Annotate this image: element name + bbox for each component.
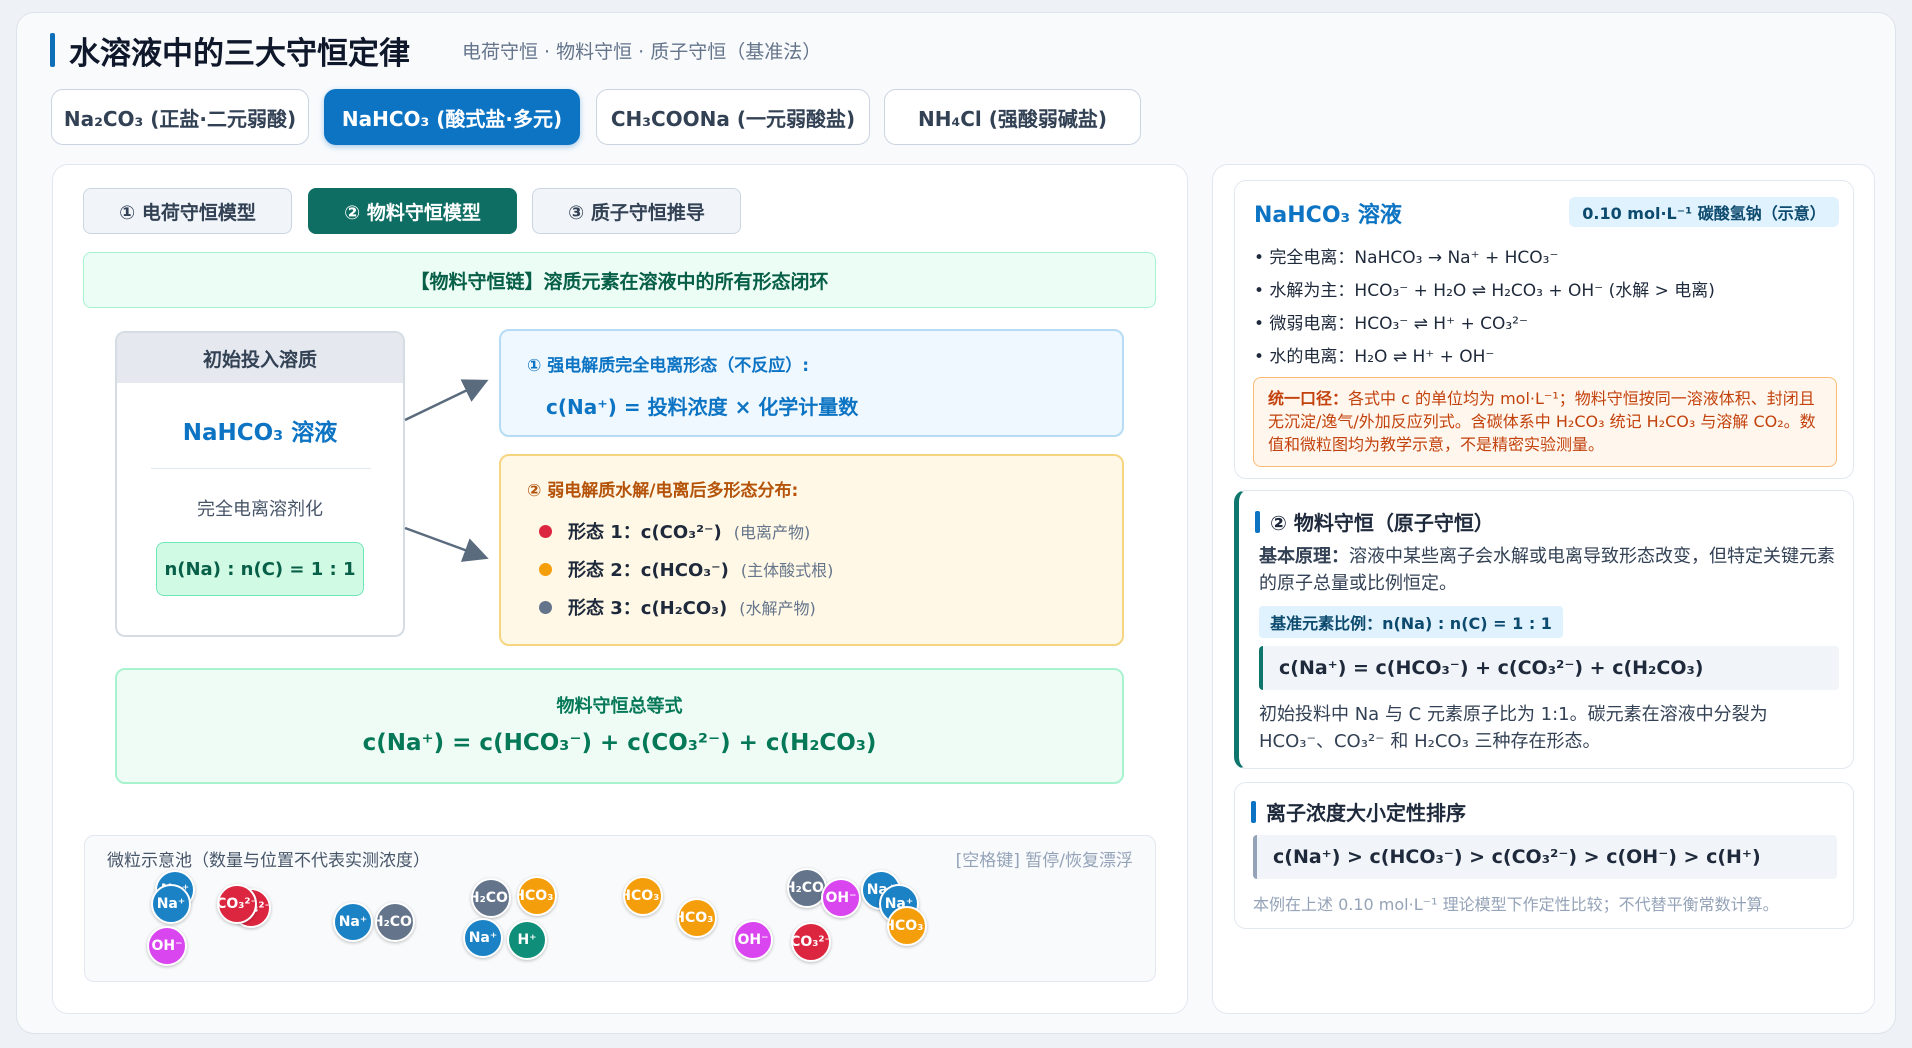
arrow-to-strong	[404, 379, 489, 422]
page-subtitle: 电荷守恒 · 物料守恒 · 质子守恒（基准法）	[462, 40, 822, 63]
salt-tab-nh4cl[interactable]: NH₄Cl (强酸弱碱盐)	[884, 89, 1141, 145]
tab-charge-conservation[interactable]: ① 电荷守恒模型	[83, 188, 292, 234]
arrow-to-weak	[404, 526, 489, 562]
convention-note-text: 各式中 c 的单位均为 mol·L⁻¹；物料守恒按同一溶液体积、封闭且无沉淀/逸…	[1268, 389, 1816, 454]
particle: OH⁻	[147, 926, 187, 966]
form-1-dot	[539, 524, 552, 538]
particle-pool-hint: [空格键] 暂停/恢复漂浮	[955, 851, 1133, 871]
form-2-label: 形态 2：c(HCO₃⁻)	[568, 560, 729, 581]
form-row-1: 形态 1：c(CO₃²⁻) (电离产物)	[539, 518, 810, 544]
particle: CO₃²⁻	[217, 884, 257, 924]
ratio-tag: 基准元素比例：n(Na) : n(C) = 1 : 1	[1259, 606, 1563, 638]
reaction-line-3: • 微弱电离：HCO₃⁻ ⇌ H⁺ + CO₃²⁻	[1254, 314, 1528, 334]
initial-solute-text: 完全电离溶剂化	[197, 499, 323, 520]
particle: H₂CO₃	[471, 878, 511, 918]
form-2-note: (主体酸式根)	[740, 561, 834, 580]
particle: HCO₃⁻	[623, 876, 663, 916]
section-accent-bar	[1251, 800, 1256, 823]
salt-tab-na2co3[interactable]: Na₂CO₃ (正盐·二元弱酸)	[51, 89, 309, 145]
ordering-title-row: 离子浓度大小定性排序	[1251, 797, 1466, 826]
section-accent-bar	[1255, 510, 1260, 533]
particle: Na⁺	[333, 902, 373, 942]
form-row-2: 形态 2：c(HCO₃⁻) (主体酸式根)	[539, 556, 833, 582]
initial-solute-head: 初始投入溶质	[117, 333, 403, 383]
particle: HCO₃⁻	[517, 876, 557, 916]
material-title-row: ② 物料守恒（原子守恒）	[1255, 507, 1494, 536]
particle: Na⁺	[151, 884, 191, 924]
convention-note: 统一口径：各式中 c 的单位均为 mol·L⁻¹；物料守恒按同一溶液体积、封闭且…	[1253, 377, 1837, 467]
particle: H₂CO₃	[375, 902, 415, 942]
tab-material-conservation[interactable]: ② 物料守恒模型	[308, 188, 517, 234]
form-3-label: 形态 3：c(H₂CO₃)	[568, 598, 728, 619]
reaction-line-2: • 水解为主：HCO₃⁻ + H₂O ⇌ H₂CO₃ + OH⁻ (水解 > 电…	[1254, 281, 1715, 301]
convention-note-bold: 统一口径：	[1268, 389, 1349, 408]
salt-tab-nahco3[interactable]: NaHCO₃ (酸式盐·多元)	[324, 89, 580, 145]
form-2-dot	[539, 562, 552, 576]
initial-solute-box: 初始投入溶质 NaHCO₃ 溶液 完全电离溶剂化 n(Na) : n(C) = …	[115, 331, 405, 637]
material-principle: 基本原理：溶液中某些离子会水解或电离导致形态改变，但特定关键元素的原子总量或比例…	[1259, 543, 1844, 597]
weak-electrolyte-head: ② 弱电解质水解/电离后多形态分布:	[527, 481, 799, 501]
form-row-3: 形态 3：c(H₂CO₃) (水解产物)	[539, 594, 816, 620]
particle: H⁺	[507, 920, 547, 960]
particle: OH⁻	[821, 878, 861, 918]
initial-solute-name: NaHCO₃ 溶液	[182, 420, 338, 446]
form-3-dot	[539, 600, 552, 614]
particle-pool[interactable]: 微粒示意池（数量与位置不代表实测浓度） [空格键] 暂停/恢复漂浮 Na⁺ Na⁺…	[84, 835, 1156, 982]
concentration-badge: 0.10 mol·L⁻¹ 碳酸氢钠（示意）	[1569, 197, 1839, 227]
solution-title: NaHCO₃ 溶液	[1254, 203, 1402, 228]
ordering-note: 本例在上述 0.10 mol·L⁻¹ 理论模型下作定性比较；不代替平衡常数计算。	[1253, 895, 1779, 914]
particle: HCO₃⁻	[887, 906, 927, 946]
initial-ratio-badge: n(Na) : n(C) = 1 : 1	[156, 542, 364, 596]
strong-electrolyte-box: ① 强电解质完全电离形态（不反应）: c(Na⁺) = 投料浓度 × 化学计量数	[499, 329, 1124, 437]
material-title: ② 物料守恒（原子守恒）	[1270, 511, 1494, 535]
solution-info-card: NaHCO₃ 溶液 0.10 mol·L⁻¹ 碳酸氢钠（示意） • 完全电离：N…	[1234, 180, 1854, 479]
reaction-line-1: • 完全电离：NaHCO₃ → Na⁺ + HCO₃⁻	[1254, 248, 1559, 268]
principle-bold: 基本原理：	[1259, 546, 1349, 567]
material-explain: 初始投料中 Na 与 C 元素原子比为 1:1。碳元素在溶液中分裂为 HCO₃⁻…	[1259, 704, 1768, 752]
strong-electrolyte-head: ① 强电解质完全电离形态（不反应）:	[527, 356, 810, 376]
particle: Na⁺	[463, 918, 503, 958]
form-1-note: (电离产物)	[733, 523, 811, 542]
header: 水溶液中的三大守恒定律 电荷守恒 · 物料守恒 · 质子守恒（基准法）	[50, 30, 822, 72]
particle: HCO₃⁻	[677, 898, 717, 938]
ordering-card: 离子浓度大小定性排序 c(Na⁺) > c(HCO₃⁻) > c(CO₃²⁻) …	[1234, 782, 1854, 929]
form-3-note: (水解产物)	[739, 599, 816, 618]
page-title: 水溶液中的三大守恒定律	[69, 35, 410, 72]
tab-proton-conservation[interactable]: ③ 质子守恒推导	[532, 188, 741, 234]
ordering-title: 离子浓度大小定性排序	[1266, 801, 1466, 825]
particle: CO₃²⁻	[791, 922, 831, 962]
title-accent-bar	[50, 33, 55, 67]
material-conservation-card: ② 物料守恒（原子守恒） 基本原理：溶液中某些离子会水解或电离导致形态改变，但特…	[1234, 490, 1854, 769]
reaction-line-4: • 水的电离：H₂O ⇌ H⁺ + OH⁻	[1254, 347, 1495, 367]
weak-electrolyte-box: ② 弱电解质水解/电离后多形态分布: 形态 1：c(CO₃²⁻) (电离产物) …	[499, 454, 1124, 646]
total-equation-head: 物料守恒总等式	[556, 696, 683, 717]
form-1-label: 形态 1：c(CO₃²⁻)	[568, 522, 722, 543]
flow-arrows	[404, 379, 489, 562]
total-equation-box: 物料守恒总等式 c(Na⁺) = c(HCO₃⁻) + c(CO₃²⁻) + c…	[115, 668, 1124, 784]
particle: OH⁻	[733, 920, 773, 960]
particle-pool-label: 微粒示意池（数量与位置不代表实测浓度）	[107, 851, 430, 871]
ordering-equation: c(Na⁺) > c(HCO₃⁻) > c(CO₃²⁻) > c(OH⁻) > …	[1253, 835, 1837, 879]
chain-banner: 【物料守恒链】溶质元素在溶液中的所有形态闭环	[83, 252, 1156, 308]
strong-electrolyte-equation: c(Na⁺) = 投料浓度 × 化学计量数	[546, 395, 859, 419]
salt-tab-ch3coona[interactable]: CH₃COONa (一元弱酸盐)	[596, 89, 870, 145]
divider	[151, 468, 371, 469]
material-equation: c(Na⁺) = c(HCO₃⁻) + c(CO₃²⁻) + c(H₂CO₃)	[1259, 646, 1839, 690]
total-equation: c(Na⁺) = c(HCO₃⁻) + c(CO₃²⁻) + c(H₂CO₃)	[362, 730, 877, 756]
